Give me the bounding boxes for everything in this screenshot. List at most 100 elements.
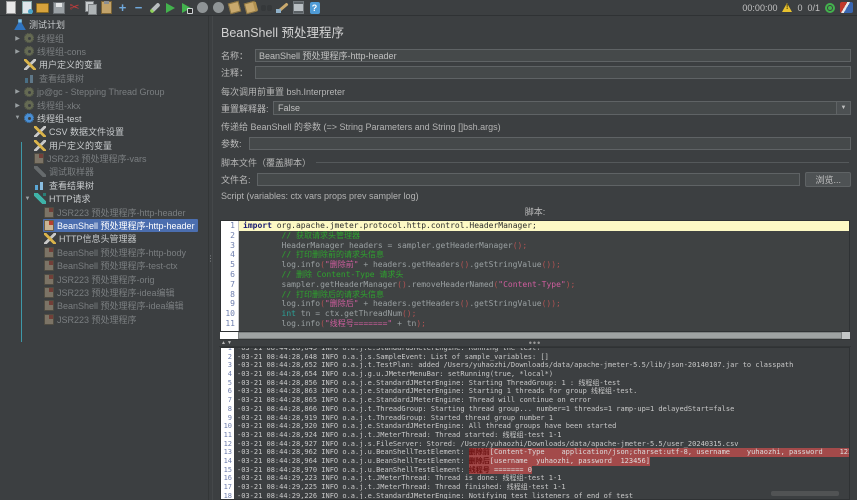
tree-item[interactable]: BeanShell 预处理程序-test-ctx — [0, 259, 208, 272]
script-editor[interactable]: 1234567891011 import org.apache.jmeter.p… — [220, 220, 850, 332]
log-line[interactable]: 17-03-21 08:44:29,225 INFO o.a.j.t.JMete… — [221, 483, 849, 492]
clear-icon[interactable] — [228, 1, 241, 14]
tree-item[interactable]: JSR223 预处理程序-idea编辑 — [0, 286, 208, 299]
name-input[interactable] — [255, 49, 851, 62]
editor-code-line[interactable]: log.info("删除前" + headers.getHeaders().ge… — [239, 260, 849, 270]
new-icon[interactable] — [4, 1, 17, 14]
tree-item[interactable]: 调试取样器 — [0, 165, 208, 178]
log-line[interactable]: 18-03-21 08:44:29,226 INFO o.a.j.e.Stand… — [221, 492, 849, 500]
editor-code-line[interactable]: HeaderManager headers = sampler.getHeade… — [239, 241, 849, 251]
editor-code-line[interactable]: // 打印删除前的请求头信息 — [239, 250, 849, 260]
toggle-icon[interactable] — [148, 1, 161, 14]
log-lines: 1-03-21 08:44:28,645 INFO o.a.j.e.Standa… — [221, 347, 849, 500]
tree-item[interactable]: HTTP信息头管理器 — [0, 232, 208, 245]
editor-code-line[interactable]: import org.apache.jmeter.protocol.http.c… — [239, 221, 849, 231]
function-helper-icon[interactable] — [292, 1, 305, 14]
log-line[interactable]: 4-03-21 08:44:28,654 INFO o.a.j.g.u.JMet… — [221, 370, 849, 379]
log-line[interactable]: 10-03-21 08:44:28,920 INFO o.a.j.e.Stand… — [221, 422, 849, 431]
editor-line-number: 7 — [221, 280, 238, 290]
horizontal-splitter[interactable]: ▲▼ ••• — [219, 339, 851, 347]
tree-item[interactable]: ▼线程组-test — [0, 112, 208, 125]
collapsed-arrow-icon[interactable]: ▶ — [12, 35, 23, 42]
browse-button[interactable]: 浏览... — [805, 172, 851, 187]
editor-code-line[interactable]: log.info("线程号=======" + tn); — [239, 319, 849, 329]
start-no-pauses-icon[interactable] — [180, 1, 193, 14]
editor-code-line[interactable]: // 获取请求头管理器 — [239, 231, 849, 241]
log-line[interactable]: 14-03-21 08:44:28,964 INFO o.a.j.u.BeanS… — [221, 457, 849, 466]
tree-item[interactable]: ▼HTTP请求 — [0, 192, 208, 205]
tree-item[interactable]: 查看结果树 — [0, 179, 208, 192]
scrollbar-end — [842, 332, 850, 339]
log-line-number: 13 — [221, 448, 234, 457]
log-line[interactable]: 11-03-21 08:44:28,924 INFO o.a.j.t.JMete… — [221, 431, 849, 440]
tree-item[interactable]: ▶ 线程组-cons — [0, 45, 208, 58]
reset-search-icon[interactable] — [276, 1, 289, 14]
collapse-all-icon[interactable] — [132, 1, 145, 14]
remote-start-icon[interactable] — [825, 3, 835, 13]
save-icon[interactable] — [52, 1, 65, 14]
reset-interpreter-select[interactable]: False ▼ — [273, 101, 851, 115]
editor-line-number: 6 — [221, 270, 238, 280]
collapsed-arrow-icon[interactable]: ▶ — [12, 88, 23, 95]
tree-item[interactable]: 用户定义的变量 — [0, 58, 208, 71]
editor-code-line[interactable]: int tn = ctx.getThreadNum(); — [239, 309, 849, 319]
expand-all-icon[interactable] — [116, 1, 129, 14]
tree-item[interactable]: JSR223 预处理程序-orig — [0, 272, 208, 285]
tree-item[interactable]: 测试计划 — [0, 18, 208, 31]
search-icon[interactable] — [260, 1, 273, 14]
log-line[interactable]: 6-03-21 08:44:28,863 INFO o.a.j.e.Standa… — [221, 387, 849, 396]
collapsed-arrow-icon[interactable]: ▶ — [12, 48, 23, 55]
tree-item[interactable]: BeanShell 预处理程序-idea编辑 — [0, 299, 208, 312]
tree-item[interactable]: JSR223 预处理程序-http-header — [0, 205, 208, 218]
cut-icon[interactable] — [68, 1, 81, 14]
tree-item[interactable]: BeanShell 预处理程序-http-body — [0, 246, 208, 259]
log-viewer[interactable]: 1-03-21 08:44:28,645 INFO o.a.j.e.Standa… — [220, 347, 850, 500]
splitter-collapse-icons[interactable]: ▲▼ — [221, 341, 232, 345]
tree-item-label: BeanShell 预处理程序-http-body — [57, 246, 186, 259]
log-line[interactable]: 15-03-21 08:44:28,970 INFO o.a.j.u.BeanS… — [221, 466, 849, 475]
log-line[interactable]: 7-03-21 08:44:28,865 INFO o.a.j.e.Standa… — [221, 396, 849, 405]
filename-input[interactable] — [257, 173, 800, 186]
start-icon[interactable] — [164, 1, 177, 14]
log-line[interactable]: 8-03-21 08:44:28,866 INFO o.a.j.t.Thread… — [221, 405, 849, 414]
templates-icon[interactable] — [20, 1, 33, 14]
paste-icon[interactable] — [100, 1, 113, 14]
tree-item-label: JSR223 预处理程序-idea编辑 — [57, 286, 175, 299]
editor-code-line[interactable]: sampler.getHeaderManager().removeHeaderN… — [239, 280, 849, 290]
tree-item[interactable]: ▶jp@gc - Stepping Thread Group — [0, 85, 208, 98]
log-line[interactable]: 3-03-21 08:44:28,652 INFO o.a.j.t.TestPl… — [221, 361, 849, 370]
tree-item[interactable]: 查看结果树 — [0, 72, 208, 85]
stop-icon[interactable] — [196, 1, 209, 14]
editor-code-line[interactable]: // 打印删除后的请求头信息 — [239, 290, 849, 300]
tree-item[interactable]: ▶线程组 — [0, 31, 208, 44]
page-title: BeanShell 预处理程序 — [221, 22, 851, 41]
log-line-number: 2 — [221, 353, 234, 362]
help-icon[interactable] — [308, 1, 321, 14]
log-line[interactable]: 9-03-21 08:44:28,919 INFO o.a.j.t.Thread… — [221, 414, 849, 423]
log-line[interactable]: 13-03-21 08:44:28,962 INFO o.a.j.u.BeanS… — [221, 448, 849, 457]
editor-line-number: 9 — [221, 299, 238, 309]
comment-input[interactable] — [255, 66, 851, 79]
editor-code-line[interactable]: // 删除 Content-Type 请求头 — [239, 270, 849, 280]
open-icon[interactable] — [36, 1, 49, 14]
tree-item[interactable]: JSR223 预处理程序 — [0, 313, 208, 326]
expanded-arrow-icon[interactable]: ▼ — [12, 115, 23, 121]
log-line[interactable]: 16-03-21 08:44:29,223 INFO o.a.j.t.JMete… — [221, 474, 849, 483]
copy-icon[interactable] — [84, 1, 97, 14]
tree-item-label: 线程组-cons — [37, 45, 86, 58]
log-warning-icon[interactable] — [782, 3, 792, 12]
log-line[interactable]: 12-03-21 08:44:28,927 INFO o.a.j.s.FileS… — [221, 440, 849, 449]
tree-item[interactable]: BeanShell 预处理程序-http-header — [0, 219, 208, 232]
tree-item[interactable]: JSR223 预处理程序-vars — [0, 152, 208, 165]
parameters-input[interactable] — [249, 137, 851, 150]
tree-item[interactable]: 用户定义的变量 — [0, 139, 208, 152]
shutdown-icon[interactable] — [212, 1, 225, 14]
collapsed-arrow-icon[interactable]: ▶ — [12, 102, 23, 109]
tree-item[interactable]: ▶线程组-xkx — [0, 98, 208, 111]
editor-code-line[interactable]: log.info("删除后" + headers.getHeaders().ge… — [239, 299, 849, 309]
tree-item[interactable]: CSV 数据文件设置 — [0, 125, 208, 138]
editor-code-area[interactable]: import org.apache.jmeter.protocol.http.c… — [239, 221, 849, 331]
clear-all-icon[interactable] — [244, 1, 257, 14]
expanded-arrow-icon[interactable]: ▼ — [22, 196, 33, 202]
log-line[interactable]: 2-03-21 08:44:28,648 INFO o.a.j.s.Sample… — [221, 353, 849, 362]
